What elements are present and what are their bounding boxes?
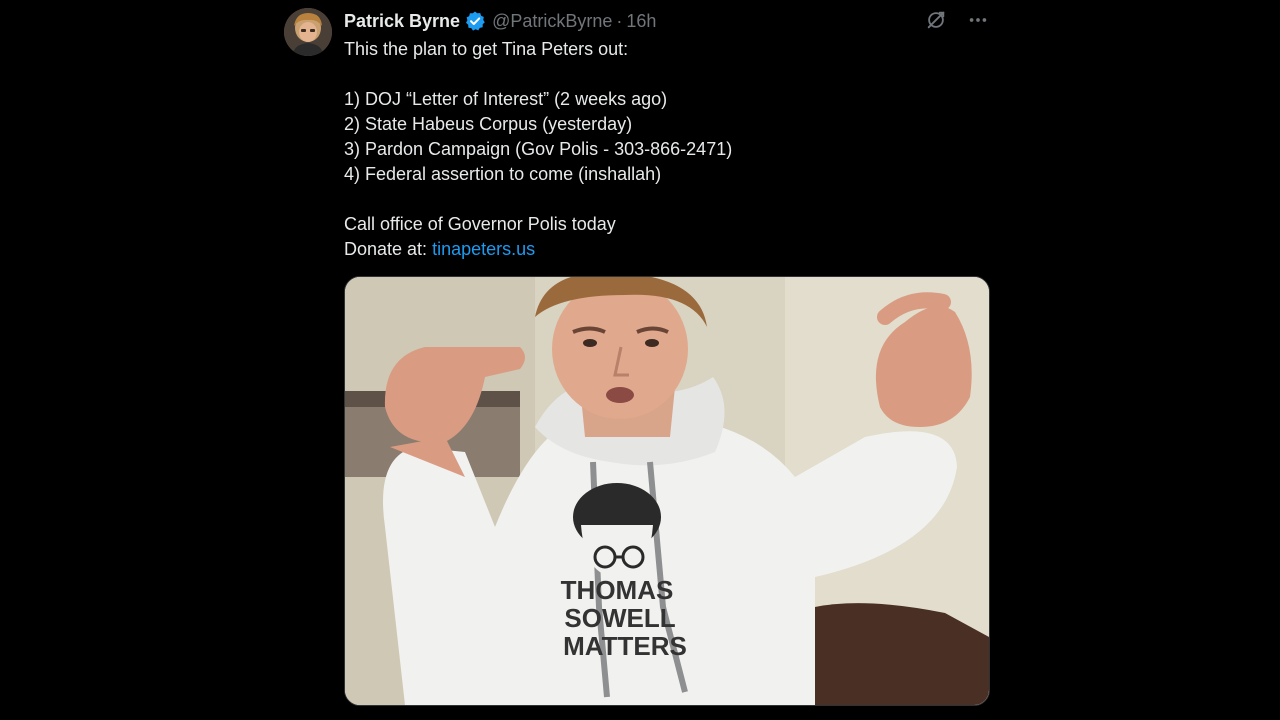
timestamp[interactable]: 16h (626, 11, 656, 32)
tweet-text: This the plan to get Tina Peters out: 1)… (344, 37, 984, 262)
avatar-image (284, 8, 332, 56)
avatar[interactable] (284, 8, 332, 56)
tweet-line-item-4: 4) Federal assertion to come (inshallah) (344, 164, 662, 184)
tweet-actions (924, 8, 990, 32)
verified-badge-icon (464, 10, 486, 32)
shirt-text-line-1: THOMAS (561, 575, 674, 605)
more-icon[interactable] (966, 8, 990, 32)
tweet-header: Patrick Byrne @PatrickByrne · 16h (344, 8, 656, 34)
donate-link[interactable]: tinapeters.us (432, 239, 535, 259)
tweet-line-item-3: 3) Pardon Campaign (Gov Polis - 303-866-… (344, 139, 733, 159)
display-name[interactable]: Patrick Byrne (344, 11, 460, 32)
grok-icon[interactable] (924, 8, 948, 32)
tweet-line-donate: Donate at: tinapeters.us (344, 237, 984, 262)
separator-dot: · (616, 10, 623, 31)
tweet-line-intro: This the plan to get Tina Peters out: (344, 39, 629, 59)
shirt-text-line-2: SOWELL (564, 603, 675, 633)
shirt-text-line-3: MATTERS (563, 631, 687, 661)
tweet-media-video[interactable]: THOMAS SOWELL MATTERS (344, 276, 990, 706)
tweet-line-item-1: 1) DOJ “Letter of Interest” (2 weeks ago… (344, 89, 668, 109)
handle[interactable]: @PatrickByrne (492, 11, 612, 32)
tweet-line-call: Call office of Governor Polis today (344, 214, 616, 234)
tweet-line-item-2: 2) State Habeus Corpus (yesterday) (344, 114, 633, 134)
tweet[interactable]: Patrick Byrne @PatrickByrne · 16h This t… (284, 6, 994, 720)
donate-prefix: Donate at: (344, 239, 433, 259)
video-frame: THOMAS SOWELL MATTERS (345, 277, 989, 705)
